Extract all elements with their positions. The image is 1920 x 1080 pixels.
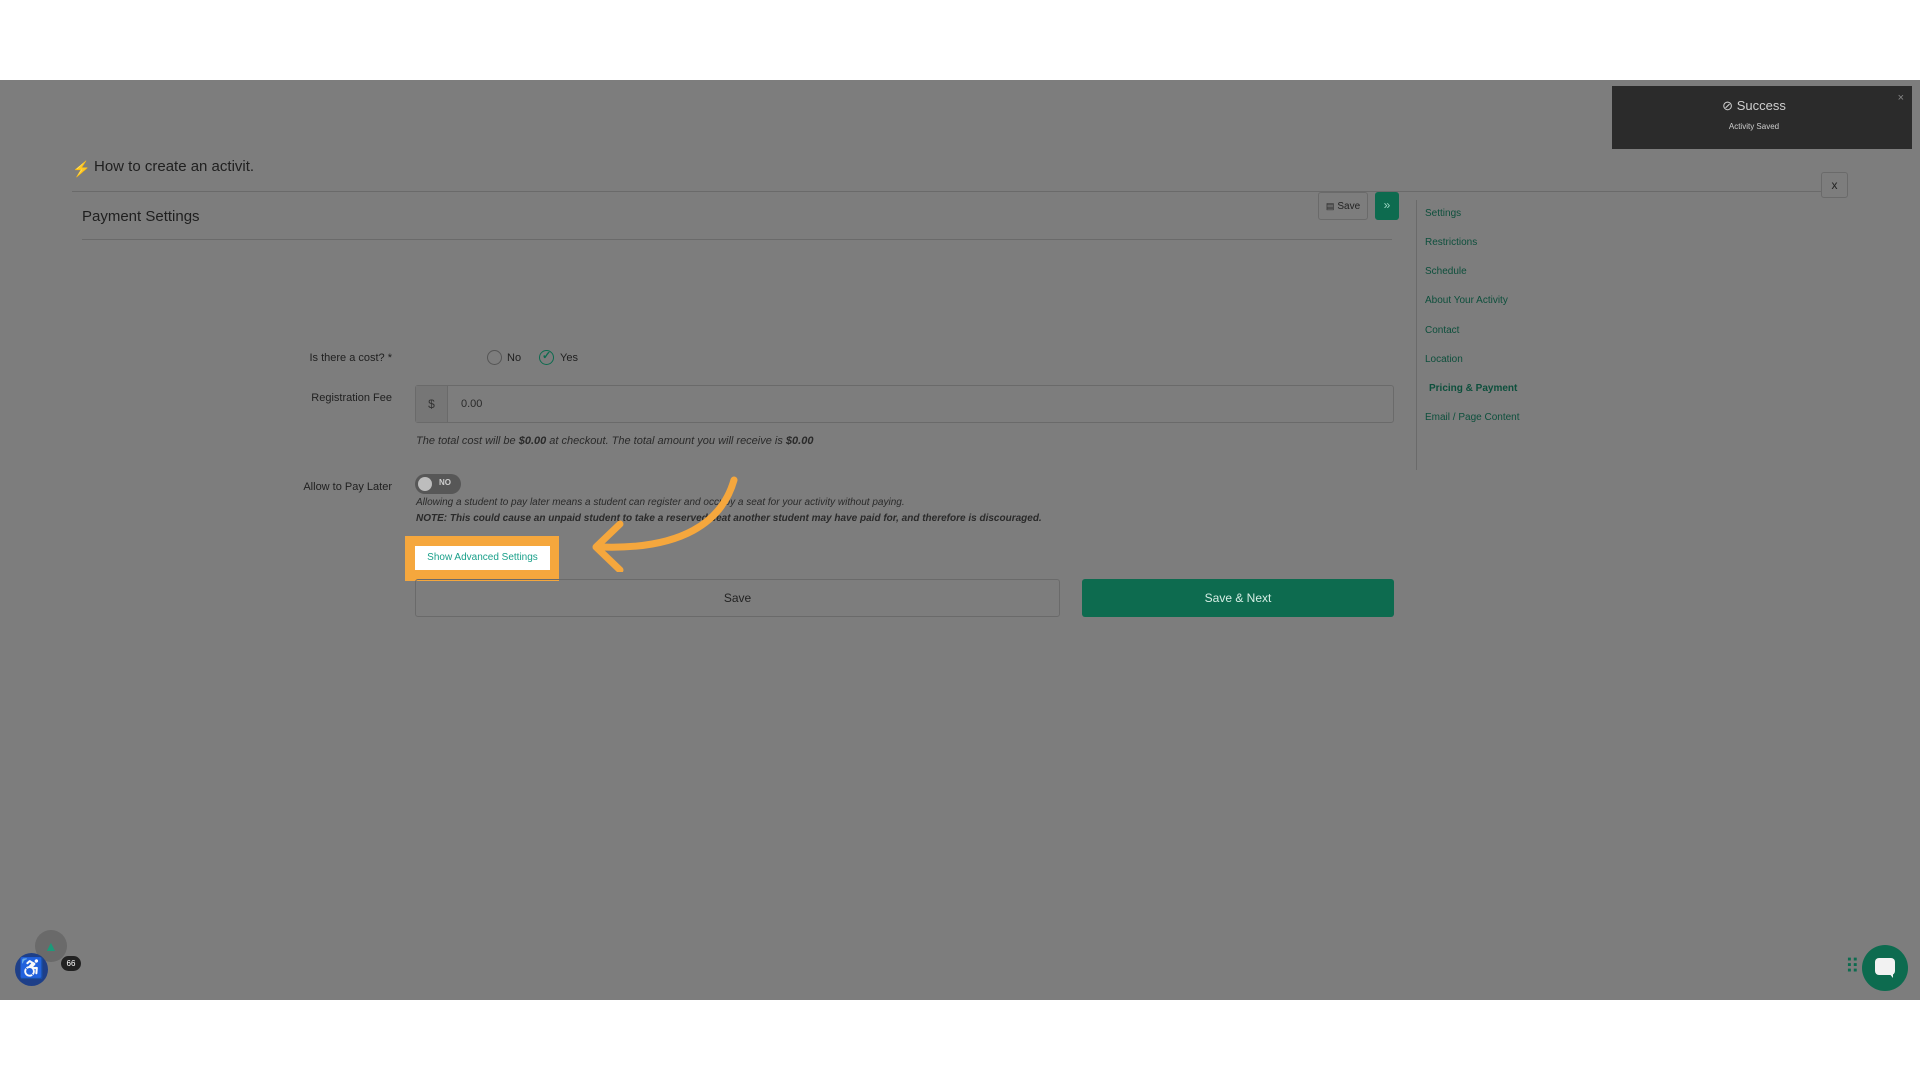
hint-text-2: at checkout. The total amount you will r… xyxy=(546,435,786,447)
accessibility-icon[interactable]: ♿ xyxy=(15,953,48,986)
toast-close-button[interactable]: × xyxy=(1898,92,1904,104)
fee-hint: The total cost will be $0.00 at checkout… xyxy=(416,435,813,447)
cost-no-label: No xyxy=(507,352,522,364)
header-save-label: Save xyxy=(1337,201,1361,212)
side-nav-email-page[interactable]: Email / Page Content xyxy=(1425,412,1520,423)
save-button[interactable]: Save xyxy=(415,579,1060,617)
side-nav-contact[interactable]: Contact xyxy=(1425,325,1459,336)
show-advanced-settings-button[interactable]: Show Advanced Settings xyxy=(415,546,550,570)
payment-settings-card: Payment Settings ▤ Save » Is there a cost… xyxy=(72,192,1399,792)
cost-label: Is there a cost? * xyxy=(309,352,392,364)
notification-badge: 66 xyxy=(61,956,81,971)
hint-amount-2: $0.00 xyxy=(785,435,814,447)
chat-button[interactable] xyxy=(1862,945,1908,991)
cost-yes-radio[interactable] xyxy=(539,349,554,365)
check-circle-icon: ⊘ xyxy=(1722,98,1737,113)
floppy-icon: ▤ xyxy=(1325,201,1335,211)
header-save-button[interactable]: ▤ Save xyxy=(1318,192,1368,220)
fee-label: Registration Fee xyxy=(311,392,392,404)
fee-input-group: $ xyxy=(415,385,1394,423)
header-next-button[interactable]: » xyxy=(1375,192,1399,220)
app-stage: ⚡ How to create an activit. x Payment Se… xyxy=(0,80,1920,1000)
toggle-knob xyxy=(418,477,432,491)
tutorial-header: ⚡ How to create an activit. xyxy=(72,150,1822,192)
toast-title-row: ⊘ Success xyxy=(1612,98,1896,114)
side-nav-location[interactable]: Location xyxy=(1425,354,1463,365)
side-nav-schedule[interactable]: Schedule xyxy=(1425,266,1467,277)
success-toast: × ⊘ Success Activity Saved xyxy=(1612,86,1912,149)
hint-text-1: The total cost will be xyxy=(416,435,519,447)
page-title: Payment Settings xyxy=(82,208,200,225)
save-next-button[interactable]: Save & Next xyxy=(1082,579,1394,617)
dollar-prefix: $ xyxy=(416,386,448,422)
close-button[interactable]: x xyxy=(1821,172,1848,198)
card-header: Payment Settings ▤ Save » xyxy=(82,192,1399,240)
cost-yes-label: Yes xyxy=(560,352,578,364)
annotation-arrow xyxy=(592,476,738,572)
cost-no-radio[interactable] xyxy=(487,350,502,365)
toast-message: Activity Saved xyxy=(1728,122,1780,131)
side-nav-restrictions[interactable]: Restrictions xyxy=(1425,237,1477,248)
pay-later-label: Allow to Pay Later xyxy=(303,481,392,493)
pay-later-toggle[interactable]: NO xyxy=(415,474,461,494)
lightning-icon: ⚡ xyxy=(72,161,91,178)
registration-fee-input[interactable] xyxy=(449,386,1389,422)
hint-amount-1: $0.00 xyxy=(518,435,547,447)
upward-chevron-icon: ▲ xyxy=(44,938,58,954)
side-nav: Settings Restrictions Schedule About You… xyxy=(1416,200,1576,470)
side-nav-settings[interactable]: Settings xyxy=(1425,208,1461,219)
drag-handle-icon[interactable]: ⠿ xyxy=(1845,955,1860,979)
side-nav-about[interactable]: About Your Activity xyxy=(1425,295,1508,306)
chat-bubble-tail xyxy=(1888,972,1893,978)
tutorial-title: How to create an activit. xyxy=(94,158,255,175)
side-nav-pricing-payment[interactable]: Pricing & Payment xyxy=(1429,383,1517,394)
toast-title: Success xyxy=(1736,98,1786,113)
toggle-label: NO xyxy=(439,478,451,487)
